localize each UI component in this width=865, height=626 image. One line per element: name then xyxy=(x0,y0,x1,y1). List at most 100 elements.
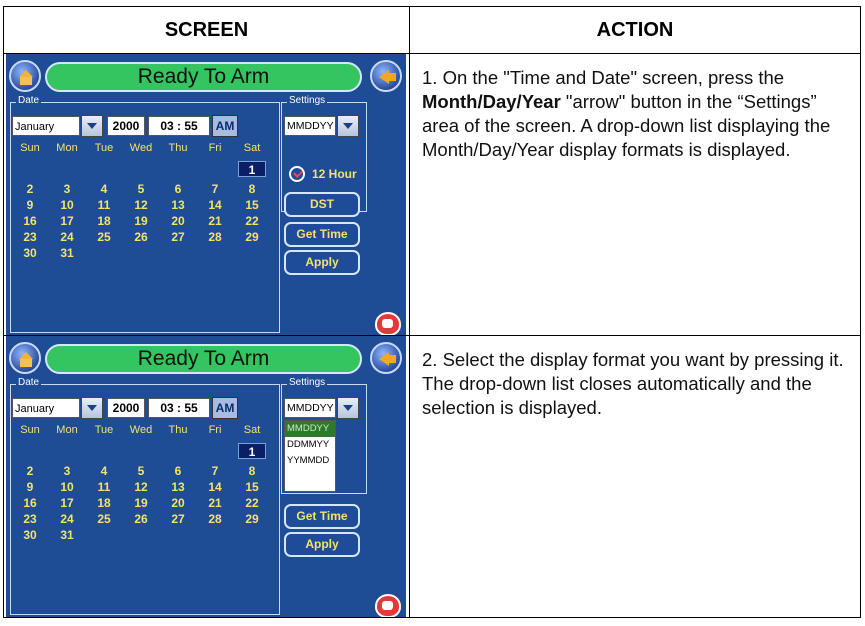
calendar-day[interactable]: 17 xyxy=(53,495,81,511)
alarm-icon[interactable] xyxy=(375,594,401,617)
calendar-day[interactable]: 29 xyxy=(238,229,266,245)
calendar-day[interactable]: 10 xyxy=(53,197,81,213)
calendar-day[interactable]: 8 xyxy=(238,463,266,479)
calendar-day[interactable]: 28 xyxy=(201,229,229,245)
calendar-day[interactable]: 4 xyxy=(90,181,118,197)
calendar-day[interactable]: 13 xyxy=(164,479,192,495)
date-format-select[interactable]: MMDDYY xyxy=(284,116,336,136)
dst-button[interactable]: DST xyxy=(284,192,360,217)
calendar-day[interactable]: 17 xyxy=(53,213,81,229)
weekday-label: Wed xyxy=(129,424,153,436)
calendar-day[interactable]: 9 xyxy=(16,479,44,495)
calendar-day[interactable]: 31 xyxy=(53,245,81,261)
month-dropdown-arrow-icon[interactable] xyxy=(81,115,103,137)
calendar-day[interactable]: 22 xyxy=(238,495,266,511)
calendar-day[interactable]: 7 xyxy=(201,463,229,479)
calendar-day[interactable]: 4 xyxy=(90,463,118,479)
month-dropdown-arrow-icon[interactable] xyxy=(81,397,103,419)
calendar-day[interactable]: 21 xyxy=(201,213,229,229)
back-arrow-icon[interactable] xyxy=(370,342,402,374)
house-icon[interactable] xyxy=(9,60,41,92)
calendar-day[interactable]: 15 xyxy=(238,479,266,495)
calendar-day[interactable]: 15 xyxy=(238,197,266,213)
calendar-day[interactable]: 6 xyxy=(164,463,192,479)
calendar-day[interactable]: 31 xyxy=(53,527,81,543)
date-format-dropdown-list[interactable]: MMDDYY DDMMYY YYMMDD xyxy=(284,420,336,492)
calendar-day[interactable]: 19 xyxy=(127,213,155,229)
calendar-day[interactable]: 18 xyxy=(90,213,118,229)
calendar-day[interactable]: 16 xyxy=(16,495,44,511)
time-date-screen: Ready To Arm Date Settings January 2000 03 : … xyxy=(6,54,406,335)
calendar-day[interactable]: 5 xyxy=(127,181,155,197)
date-format-dropdown-arrow-icon[interactable] xyxy=(337,115,359,137)
calendar-day[interactable]: 3 xyxy=(53,463,81,479)
time-field[interactable]: 03 : 55 xyxy=(148,116,210,136)
calendar-day[interactable]: 25 xyxy=(90,511,118,527)
calendar-day[interactable]: 27 xyxy=(164,229,192,245)
date-format-option[interactable]: YYMMDD xyxy=(285,453,335,469)
action-cell: 2. Select the display format you want by… xyxy=(409,335,861,618)
weekday-label: Mon xyxy=(56,142,78,154)
calendar-day[interactable]: 12 xyxy=(127,479,155,495)
calendar-day[interactable]: 23 xyxy=(16,511,44,527)
time-date-screen-dropdown-open: Ready To Arm Date Settings January 2000 03 : … xyxy=(6,336,406,617)
calendar-day[interactable]: 13 xyxy=(164,197,192,213)
calendar-day[interactable]: 21 xyxy=(201,495,229,511)
calendar-day[interactable]: 18 xyxy=(90,495,118,511)
date-format-option[interactable]: MMDDYY xyxy=(285,421,335,437)
calendar-day[interactable]: 20 xyxy=(164,495,192,511)
calendar-day[interactable]: 9 xyxy=(16,197,44,213)
apply-button[interactable]: Apply xyxy=(284,532,360,557)
year-field[interactable]: 2000 xyxy=(107,116,145,136)
alarm-icon[interactable] xyxy=(375,312,401,335)
calendar-day[interactable]: 28 xyxy=(201,511,229,527)
calendar-day[interactable]: 7 xyxy=(201,181,229,197)
calendar-day[interactable]: 14 xyxy=(201,479,229,495)
calendar-day[interactable]: 1 xyxy=(238,161,266,177)
time-field[interactable]: 03 : 55 xyxy=(148,398,210,418)
calendar-day[interactable]: 30 xyxy=(16,527,44,543)
calendar-day[interactable]: 22 xyxy=(238,213,266,229)
year-field[interactable]: 2000 xyxy=(107,398,145,418)
calendar-day[interactable]: 2 xyxy=(16,463,44,479)
calendar-day[interactable]: 16 xyxy=(16,213,44,229)
calendar-day[interactable]: 20 xyxy=(164,213,192,229)
calendar-day[interactable]: 27 xyxy=(164,511,192,527)
check-clock-icon[interactable] xyxy=(289,166,305,182)
date-format-select[interactable]: MMDDYY xyxy=(284,398,336,418)
date-format-option[interactable]: DDMMYY xyxy=(285,437,335,453)
calendar-day[interactable]: 1 xyxy=(238,443,266,459)
calendar-day[interactable]: 24 xyxy=(53,511,81,527)
calendar-day[interactable]: 29 xyxy=(238,511,266,527)
house-icon[interactable] xyxy=(9,342,41,374)
apply-button[interactable]: Apply xyxy=(284,250,360,275)
calendar-day[interactable]: 11 xyxy=(90,197,118,213)
calendar-day[interactable]: 12 xyxy=(127,197,155,213)
calendar-day[interactable]: 2 xyxy=(16,181,44,197)
calendar-day[interactable]: 5 xyxy=(127,463,155,479)
calendar-day[interactable]: 3 xyxy=(53,181,81,197)
ampm-button[interactable]: AM xyxy=(212,115,238,137)
calendar-day[interactable]: 6 xyxy=(164,181,192,197)
table-header-row: SCREEN ACTION xyxy=(3,6,861,54)
ampm-button[interactable]: AM xyxy=(212,397,238,419)
calendar-day[interactable]: 26 xyxy=(127,229,155,245)
get-time-button[interactable]: Get Time xyxy=(284,504,360,529)
back-arrow-icon[interactable] xyxy=(370,60,402,92)
calendar-day[interactable]: 10 xyxy=(53,479,81,495)
get-time-button[interactable]: Get Time xyxy=(284,222,360,247)
calendar-day[interactable]: 23 xyxy=(16,229,44,245)
screen-cell: Ready To Arm Date Settings January 2000 03 : … xyxy=(3,335,410,618)
calendar-day[interactable]: 19 xyxy=(127,495,155,511)
month-select[interactable]: January xyxy=(12,398,80,418)
calendar-day[interactable]: 11 xyxy=(90,479,118,495)
date-format-dropdown-arrow-icon[interactable] xyxy=(337,397,359,419)
calendar-day[interactable]: 30 xyxy=(16,245,44,261)
calendar-day[interactable]: 26 xyxy=(127,511,155,527)
month-select[interactable]: January xyxy=(12,116,80,136)
calendar-day[interactable]: 8 xyxy=(238,181,266,197)
calendar-day[interactable]: 25 xyxy=(90,229,118,245)
calendar-day[interactable]: 14 xyxy=(201,197,229,213)
hour-mode-label[interactable]: 12 Hour xyxy=(312,166,357,182)
calendar-day[interactable]: 24 xyxy=(53,229,81,245)
